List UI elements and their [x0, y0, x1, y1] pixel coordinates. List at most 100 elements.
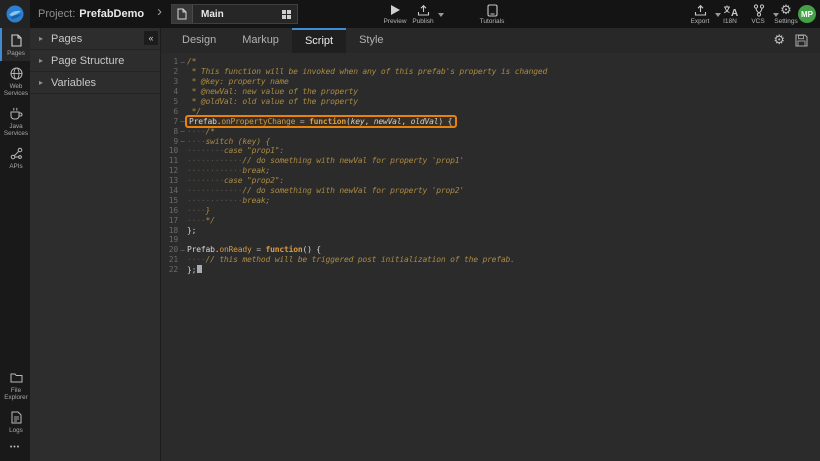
code-text: ····switch (key) {	[187, 137, 270, 146]
sidebar-item-label: File Explorer	[3, 387, 29, 401]
code-text: };	[187, 226, 196, 235]
code-line[interactable]: 10········case "prop1":	[161, 146, 820, 156]
code-line[interactable]: 12 ············break;	[161, 166, 820, 176]
editor-tab-bar: Design Markup Script Style ⚙	[161, 28, 820, 53]
code-line[interactable]: 20–Prefab.onReady = function() {	[161, 245, 820, 255]
section-arrow-icon: ▸	[39, 56, 43, 65]
code-text: ····// this method will be triggered pos…	[187, 255, 515, 264]
grid-icon[interactable]	[282, 10, 291, 19]
line-number: 5	[161, 97, 178, 106]
line-number: 14	[161, 186, 178, 195]
fold-marker-icon[interactable]: –	[178, 58, 187, 66]
sidebar-item-java-services[interactable]: Java Services	[0, 101, 30, 141]
fold-marker-icon[interactable]: –	[178, 246, 187, 254]
line-number: 13	[161, 176, 178, 185]
page-tab-main[interactable]: Main	[171, 4, 298, 24]
code-text: * @newVal: new value of the property	[187, 87, 358, 96]
accordion-section-pages[interactable]: ▸Pages	[30, 28, 160, 50]
code-line[interactable]: 22};	[161, 265, 820, 275]
tab-script[interactable]: Script	[292, 28, 346, 53]
editor-area: Design Markup Script Style ⚙ 1–/*2 * Thi…	[161, 28, 820, 461]
code-line[interactable]: 11············// do something with newVa…	[161, 156, 820, 166]
publish-button[interactable]: Publish	[406, 3, 440, 25]
api-nodes-icon	[3, 146, 29, 161]
wavemaker-logo[interactable]	[0, 0, 30, 28]
sidebar-item-label: Logs	[3, 427, 29, 434]
code-lines: 1–/*2 * This function will be invoked wh…	[161, 57, 820, 275]
sidebar-item-pages[interactable]: Pages	[0, 28, 30, 61]
code-text: ············break;	[187, 166, 270, 175]
panel-collapse-button[interactable]: «	[144, 31, 158, 45]
settings-label: Settings	[769, 18, 803, 25]
code-line[interactable]: 7–Prefab.onPropertyChange = function(key…	[161, 116, 820, 126]
line-number: 1	[161, 57, 178, 66]
accordion-section-variables[interactable]: ▸Variables	[30, 72, 160, 94]
sidebar-item-logs[interactable]: Logs	[0, 405, 30, 438]
code-text: ············// do something with newVal …	[187, 186, 464, 195]
export-button[interactable]: Export	[683, 3, 717, 25]
code-line[interactable]: 16····}	[161, 205, 820, 215]
project-name: PrefabDemo	[79, 8, 144, 20]
sidebar-item-web-services[interactable]: Web Services	[0, 61, 30, 101]
sidebar-item-label: Web Services	[3, 83, 29, 97]
editor-settings-gear-icon[interactable]: ⚙	[773, 34, 785, 47]
section-label: Pages	[51, 33, 82, 45]
left-sidebar: Pages Web Services Java Services APIs	[0, 28, 30, 461]
code-text: ····*/	[187, 216, 215, 225]
fold-marker-icon[interactable]: –	[178, 137, 187, 145]
code-line[interactable]: 5 * @oldVal: old value of the property	[161, 97, 820, 107]
code-line[interactable]: 13········case "prop2":	[161, 176, 820, 186]
section-label: Page Structure	[51, 55, 124, 67]
tutorials-button[interactable]: Tutorials	[475, 3, 509, 25]
page-tab-label: Main	[201, 9, 224, 20]
line-number: 7	[161, 117, 178, 126]
code-editor[interactable]: 1–/*2 * This function will be invoked wh…	[161, 53, 820, 461]
line-number: 22	[161, 265, 178, 274]
line-number: 12	[161, 166, 178, 175]
publish-label: Publish	[406, 18, 440, 25]
user-avatar[interactable]: MP	[798, 5, 816, 23]
line-number: 20	[161, 245, 178, 254]
pages-panel: ▸Pages ▸ Page Structure ▸Variables «	[30, 28, 161, 461]
code-line[interactable]: 1–/*	[161, 57, 820, 67]
line-number: 16	[161, 206, 178, 215]
chevron-right-icon: ›	[157, 3, 162, 20]
code-text: Prefab.onReady = function() {	[187, 245, 321, 254]
line-number: 21	[161, 255, 178, 264]
code-line[interactable]: 19	[161, 235, 820, 245]
code-line[interactable]: 4 * @newVal: new value of the property	[161, 87, 820, 97]
line-number: 6	[161, 107, 178, 116]
code-text: ····/*	[187, 127, 215, 136]
upload-icon	[406, 3, 440, 17]
code-text: * This function will be invoked when any…	[187, 67, 547, 76]
tutorials-book-icon	[475, 3, 509, 17]
code-line[interactable]: 21 ····// this method will be triggered p…	[161, 255, 820, 265]
globe-icon	[3, 66, 29, 81]
tab-markup[interactable]: Markup	[229, 28, 292, 53]
tab-design[interactable]: Design	[169, 28, 229, 53]
highlighted-code-text: Prefab.onPropertyChange = function(key, …	[185, 115, 457, 128]
wavemaker-logo-icon	[6, 5, 24, 23]
code-text: /*	[187, 57, 196, 66]
line-number: 15	[161, 196, 178, 205]
accordion-section-page-structure[interactable]: ▸ Page Structure	[30, 50, 160, 72]
tutorials-label: Tutorials	[475, 18, 509, 25]
app-window: Project:PrefabDemo › Main Preview Publis…	[0, 0, 820, 461]
fold-marker-icon[interactable]: –	[178, 127, 187, 135]
code-line[interactable]: 18};	[161, 225, 820, 235]
code-line[interactable]: 17····*/	[161, 215, 820, 225]
code-line[interactable]: 9–····switch (key) {	[161, 136, 820, 146]
save-icon[interactable]	[795, 34, 808, 47]
sidebar-item-file-explorer[interactable]: File Explorer	[0, 365, 30, 405]
code-line[interactable]: 15············break;	[161, 195, 820, 205]
code-line[interactable]: 2 * This function will be invoked when a…	[161, 67, 820, 77]
more-options-icon[interactable]: •••	[0, 438, 30, 457]
sidebar-bottom-group: File Explorer Logs •••	[0, 365, 30, 457]
caret-down-icon	[438, 13, 444, 17]
code-line[interactable]: 3 * @key: property name	[161, 77, 820, 87]
code-line[interactable]: 14 ············// do something with newVa…	[161, 186, 820, 196]
line-number: 18	[161, 226, 178, 235]
sidebar-item-apis[interactable]: APIs	[0, 141, 30, 174]
tab-style[interactable]: Style	[346, 28, 396, 53]
page-icon	[172, 5, 193, 23]
